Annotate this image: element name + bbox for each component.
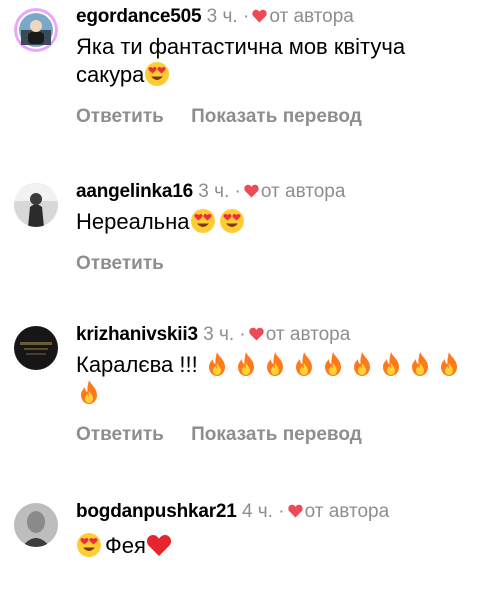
comment-time: 3 ч. xyxy=(206,6,238,27)
separator-dot: · xyxy=(239,324,246,345)
comment-meta: bogdanpushkar21 4 ч. · от автора xyxy=(76,500,467,524)
comment-text-body: Каралєва !!! xyxy=(76,352,198,377)
heart-eyes-emoji xyxy=(190,208,216,234)
heart-eyes-emoji xyxy=(144,61,170,87)
show-translation-button[interactable]: Показать перевод xyxy=(191,106,362,127)
comment-time: 3 ч. xyxy=(198,181,230,202)
fire-emoji xyxy=(204,351,230,377)
comment-text-body: Фея xyxy=(105,533,146,558)
liked-by-author: от автора xyxy=(269,6,354,27)
reply-button[interactable]: Ответить xyxy=(76,253,164,274)
username[interactable]: bogdanpushkar21 xyxy=(76,501,237,522)
heart-icon xyxy=(244,184,259,198)
username[interactable]: egordance505 xyxy=(76,6,202,27)
user-avatar[interactable] xyxy=(14,326,58,370)
comment-text: Яка ти фантастична мов квітуча сакура xyxy=(76,33,467,89)
fire-emoji xyxy=(320,351,346,377)
heart-icon xyxy=(249,327,264,341)
username[interactable]: aangelinka16 xyxy=(76,181,193,202)
fire-emoji xyxy=(291,351,317,377)
separator-dot: · xyxy=(278,501,285,522)
comment-text: Каралєва !!! xyxy=(76,351,467,407)
liked-by-author: от автора xyxy=(265,324,351,345)
fire-emoji xyxy=(233,351,259,377)
comment-text-body: Нереальна xyxy=(76,209,190,234)
fire-emoji xyxy=(436,351,462,377)
heart-icon xyxy=(252,9,267,23)
comment-actions: Ответить xyxy=(76,252,467,276)
comment-actions: Ответить Показать перевод xyxy=(76,423,467,447)
show-translation-button[interactable]: Показать перевод xyxy=(191,424,362,445)
comment-meta: egordance505 3 ч. · от автора xyxy=(76,5,467,29)
red-heart-emoji xyxy=(146,532,172,558)
comment-text-body: Яка ти фантастична мов квітуча сакура xyxy=(76,34,406,87)
comment-time: 3 ч. xyxy=(203,324,235,345)
fire-emoji xyxy=(407,351,433,377)
username[interactable]: krizhanivskii3 xyxy=(76,324,198,345)
fire-emoji xyxy=(349,351,375,377)
comment-time: 4 ч. xyxy=(241,501,273,522)
separator-dot: · xyxy=(242,6,250,27)
heart-eyes-emoji xyxy=(219,208,245,234)
liked-by-author: от автора xyxy=(260,181,346,202)
reply-button[interactable]: Ответить xyxy=(76,424,164,445)
fire-emoji xyxy=(76,379,102,405)
reply-button[interactable]: Ответить xyxy=(76,106,164,127)
user-avatar[interactable] xyxy=(14,8,58,52)
comment-actions: Ответить Показать перевод xyxy=(76,105,467,129)
user-avatar[interactable] xyxy=(14,503,58,547)
heart-eyes-emoji xyxy=(76,532,102,558)
liked-by-author: от автора xyxy=(304,501,390,522)
heart-icon xyxy=(287,504,303,518)
comment-text: Фея xyxy=(76,532,467,560)
comment-text: Нереальна xyxy=(76,208,467,236)
separator-dot: · xyxy=(234,181,241,202)
fire-emoji xyxy=(262,351,288,377)
comment-meta: krizhanivskii3 3 ч. · от автора xyxy=(76,323,467,347)
user-avatar[interactable] xyxy=(14,183,58,227)
comment-meta: aangelinka16 3 ч. · от автора xyxy=(76,180,467,204)
fire-emoji xyxy=(378,351,404,377)
